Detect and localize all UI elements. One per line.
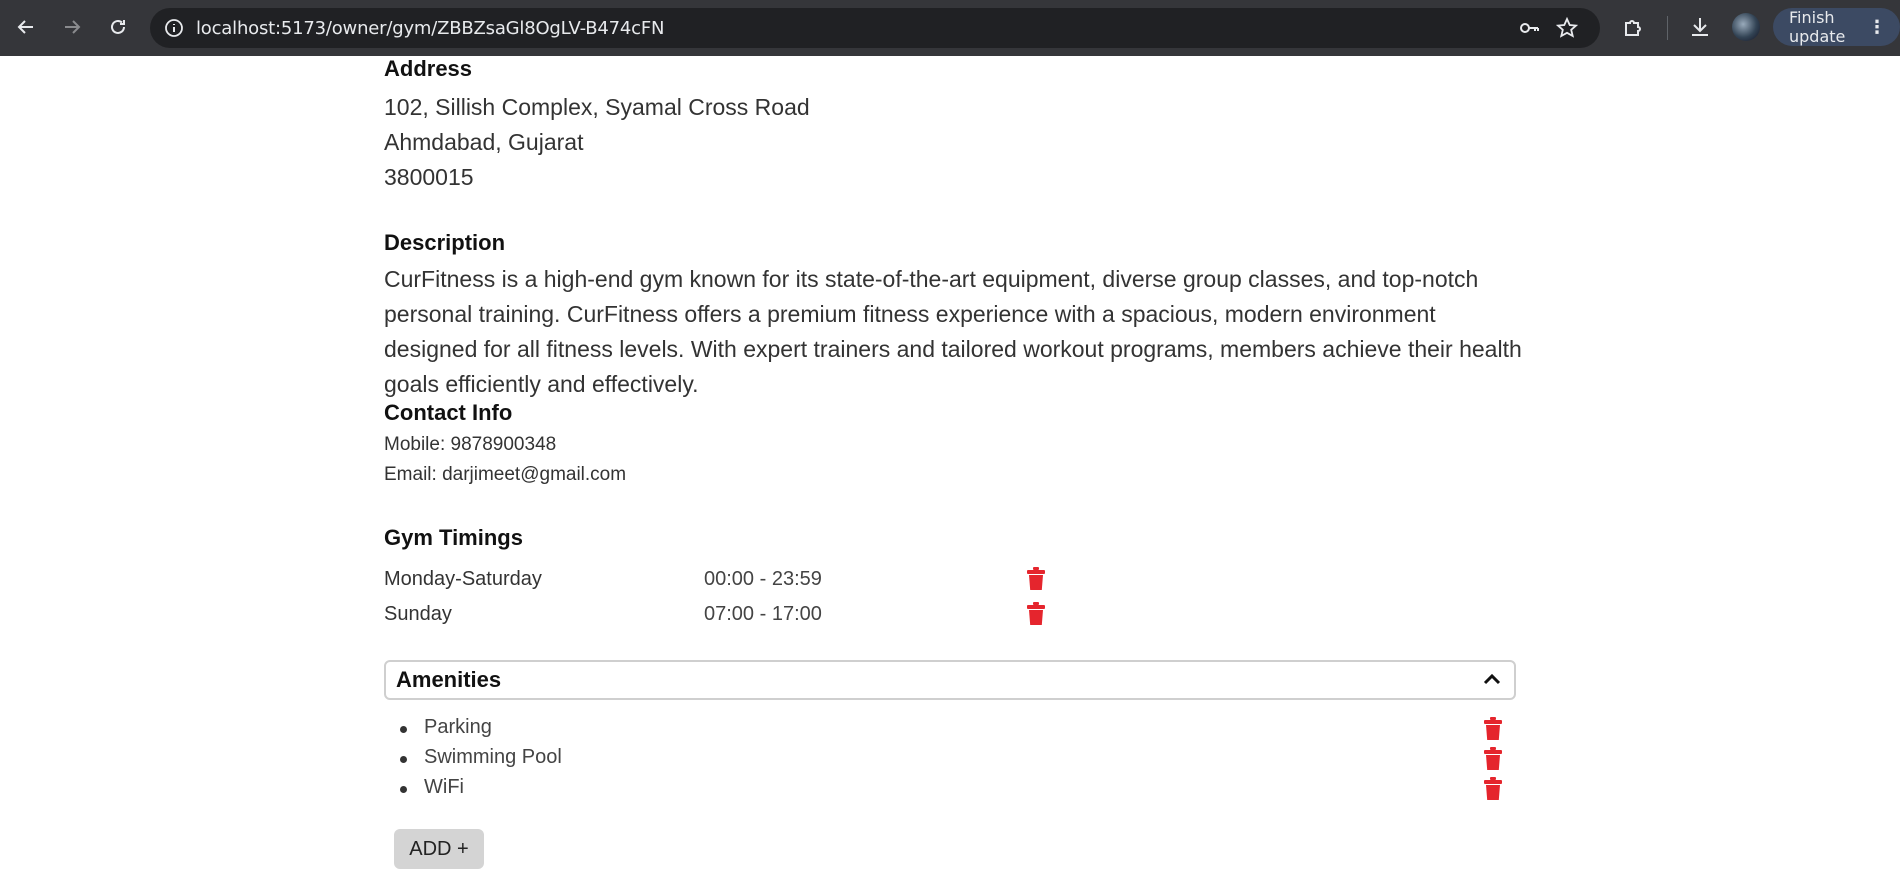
trash-icon xyxy=(1027,567,1045,590)
delete-amenity-button[interactable] xyxy=(1482,717,1504,741)
delete-timing-button[interactable] xyxy=(1025,567,1047,591)
address-line-2: Ahmdabad, Gujarat xyxy=(384,129,584,155)
key-icon[interactable] xyxy=(1518,17,1540,39)
contact-heading: Contact Info xyxy=(384,400,513,425)
contact-mobile: Mobile: 9878900348 xyxy=(384,434,557,455)
delete-timing-button[interactable] xyxy=(1025,602,1047,626)
timing-days: Monday-Saturday xyxy=(384,568,542,590)
address-bar[interactable]: localhost:5173/owner/gym/ZBBZsaGl8OgLV-B… xyxy=(150,8,1600,48)
avatar[interactable] xyxy=(1732,13,1760,41)
amenities-heading: Amenities xyxy=(396,667,502,692)
puzzle-icon[interactable] xyxy=(1622,15,1646,39)
contact-email: Email: darjimeet@gmail.com xyxy=(384,464,627,485)
forward-button[interactable] xyxy=(58,13,86,41)
bullet xyxy=(400,756,407,763)
delete-amenity-button[interactable] xyxy=(1482,747,1504,771)
trash-icon xyxy=(1027,602,1045,625)
amenity-label: Swimming Pool xyxy=(424,746,562,768)
bullet xyxy=(400,786,407,793)
timing-days: Sunday xyxy=(384,603,452,625)
list-item: Parking xyxy=(400,716,1530,744)
arrow-right-icon xyxy=(65,20,81,34)
arrow-left-icon xyxy=(17,20,33,34)
delete-amenity-button[interactable] xyxy=(1482,777,1504,801)
amenity-label: WiFi xyxy=(424,776,464,798)
more-menu-icon[interactable]: ⋮ xyxy=(1868,17,1886,38)
back-button[interactable] xyxy=(12,13,40,41)
list-item: WiFi xyxy=(400,776,1530,804)
bullet xyxy=(400,726,407,733)
star-icon[interactable] xyxy=(1556,17,1578,39)
trash-icon xyxy=(1484,717,1502,740)
description-heading: Description xyxy=(384,230,506,255)
download-icon[interactable] xyxy=(1688,15,1712,39)
timing-row: Sunday 07:00 - 17:00 xyxy=(384,603,1084,633)
chevron-up-icon[interactable] xyxy=(1482,670,1502,690)
toolbar-divider xyxy=(1667,16,1668,40)
browser-toolbar: localhost:5173/owner/gym/ZBBZsaGl8OgLV-B… xyxy=(0,0,1900,56)
trash-icon xyxy=(1484,747,1502,770)
amenities-accordion[interactable]: Amenities xyxy=(384,660,1516,700)
amenity-label: Parking xyxy=(424,716,492,738)
list-item: Swimming Pool xyxy=(400,746,1530,774)
timing-row: Monday-Saturday 00:00 - 23:59 xyxy=(384,568,1084,598)
add-amenity-button[interactable]: ADD + xyxy=(394,829,484,869)
trash-icon xyxy=(1484,777,1502,800)
reload-button[interactable] xyxy=(104,13,132,41)
url-text[interactable]: localhost:5173/owner/gym/ZBBZsaGl8OgLV-B… xyxy=(196,18,664,39)
finish-update-button[interactable]: Finish update ⋮ xyxy=(1773,8,1900,46)
info-icon[interactable] xyxy=(164,18,184,38)
timing-hours: 00:00 - 23:59 xyxy=(704,568,822,590)
timings-heading: Gym Timings xyxy=(384,525,523,550)
description-text: CurFitness is a high-end gym known for i… xyxy=(384,266,1522,397)
timing-hours: 07:00 - 17:00 xyxy=(704,603,822,625)
address-heading: Address xyxy=(384,56,473,81)
reload-icon xyxy=(111,19,125,34)
address-line-3: 3800015 xyxy=(384,164,474,190)
address-line-1: 102, Sillish Complex, Syamal Cross Road xyxy=(384,94,810,120)
finish-update-label: Finish update xyxy=(1789,8,1846,46)
